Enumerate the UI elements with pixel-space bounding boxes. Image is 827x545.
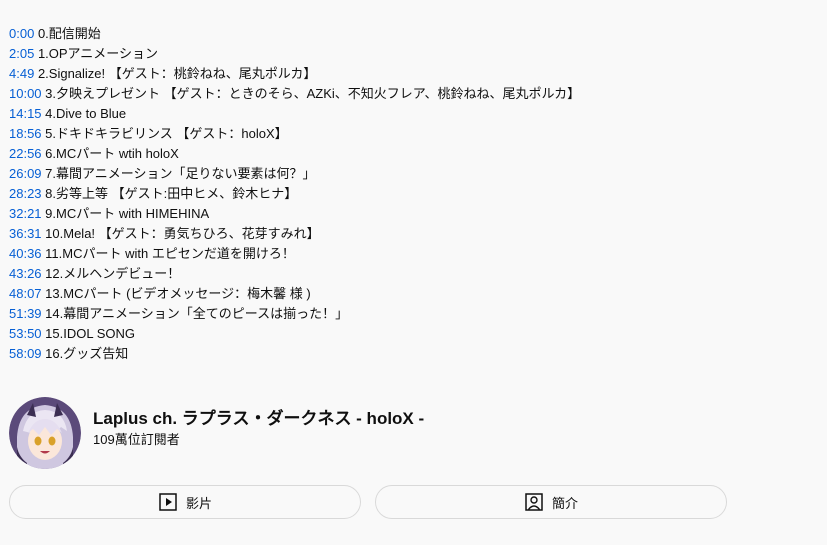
- chapter-row: 26:09 7.幕間アニメーション「足りない要素は何？」: [9, 164, 819, 184]
- chapter-row: 48:07 13.MCパート (ビデオメッセージ：梅木馨 様 ): [9, 284, 819, 304]
- chapter-timestamp-link[interactable]: 36:31: [9, 226, 42, 241]
- chapter-row: 14:15 4.Dive to Blue: [9, 104, 819, 124]
- chapter-title: 6.MCパート wtih holoX: [45, 146, 179, 161]
- chapter-title: 16.グッズ告知: [45, 346, 129, 361]
- chapter-title: 3.夕映えプレゼント 【ゲスト：ときのそら、AZKi、不知火フレア、桃鈴ねね、尾…: [45, 86, 581, 101]
- chapter-title: 10.Mela! 【ゲスト：勇気ちひろ、花芽すみれ】: [45, 226, 320, 241]
- chapter-row: 2:05 1.OPアニメーション: [9, 44, 819, 64]
- chapter-timestamp-link[interactable]: 22:56: [9, 146, 42, 161]
- chapter-list: 0:00 0.配信開始 2:05 1.OPアニメーション 4:49 2.Sign…: [9, 24, 819, 364]
- chapter-timestamp-link[interactable]: 18:56: [9, 126, 42, 141]
- chapter-row: 18:56 5.ドキドキラビリンス 【ゲスト：holoX】: [9, 124, 819, 144]
- person-box-icon: [525, 493, 543, 511]
- chapter-title: 12.メルヘンデビュー！: [45, 266, 181, 281]
- about-button-label: 簡介: [551, 495, 578, 511]
- channel-text: Laplus ch. ラプラス・ダークネス - holoX - 109萬位訂閱者: [93, 407, 424, 449]
- chapter-row: 58:09 16.グッズ告知: [9, 344, 819, 364]
- avatar-icon: [9, 397, 81, 469]
- chapter-row: 40:36 11.MCパート with エピセンだ道を開けろ！: [9, 244, 819, 264]
- chapter-row: 4:49 2.Signalize! 【ゲスト：桃鈴ねね、尾丸ポルカ】: [9, 64, 819, 84]
- channel-info: Laplus ch. ラプラス・ダークネス - holoX - 109萬位訂閱者: [9, 397, 424, 469]
- channel-avatar[interactable]: [9, 397, 81, 469]
- chapter-timestamp-link[interactable]: 2:05: [9, 46, 34, 61]
- chapter-timestamp-link[interactable]: 51:39: [9, 306, 42, 321]
- chapter-title: 9.MCパート with HIMEHINA: [45, 206, 210, 221]
- chapter-row: 0:00 0.配信開始: [9, 24, 819, 44]
- chapter-title: 11.MCパート with エピセンだ道を開けろ！: [45, 246, 295, 261]
- chapter-row: 32:21 9.MCパート with HIMEHINA: [9, 204, 819, 224]
- chapter-row: 43:26 12.メルヘンデビュー！: [9, 264, 819, 284]
- chapter-row: 53:50 15.IDOL SONG: [9, 324, 819, 344]
- chapter-title: 13.MCパート (ビデオメッセージ：梅木馨 様 ): [45, 286, 311, 301]
- channel-name[interactable]: Laplus ch. ラプラス・ダークネス - holoX -: [93, 407, 424, 431]
- chapter-title: 1.OPアニメーション: [37, 46, 159, 61]
- description-panel: 0:00 0.配信開始 2:05 1.OPアニメーション 4:49 2.Sign…: [0, 0, 827, 545]
- chapter-timestamp-link[interactable]: 58:09: [9, 346, 42, 361]
- chapter-timestamp-link[interactable]: 26:09: [9, 166, 42, 181]
- chapter-title: 5.ドキドキラビリンス 【ゲスト：holoX】: [45, 126, 288, 141]
- chapter-title: 14.幕間アニメーション「全てのピースは揃った！」: [45, 306, 349, 321]
- play-box-icon: [159, 493, 177, 511]
- chapter-timestamp-link[interactable]: 14:15: [9, 106, 42, 121]
- chapter-title: 0.配信開始: [37, 26, 101, 41]
- chapter-title: 2.Signalize! 【ゲスト：桃鈴ねね、尾丸ポルカ】: [37, 66, 317, 81]
- chapter-timestamp-link[interactable]: 43:26: [9, 266, 42, 281]
- chapter-row: 10:00 3.夕映えプレゼント 【ゲスト：ときのそら、AZKi、不知火フレア、…: [9, 84, 819, 104]
- chapter-title: 8.劣等上等 【ゲスト:田中ヒメ、鈴木ヒナ】: [45, 186, 298, 201]
- chapter-timestamp-link[interactable]: 32:21: [9, 206, 42, 221]
- videos-button-label: 影片: [185, 495, 212, 511]
- chapter-timestamp-link[interactable]: 4:49: [9, 66, 34, 81]
- subscriber-count: 109萬位訂閱者: [93, 432, 180, 447]
- chapter-row: 36:31 10.Mela! 【ゲスト：勇気ちひろ、花芽すみれ】: [9, 224, 819, 244]
- chapter-title: 4.Dive to Blue: [45, 106, 127, 121]
- chapter-timestamp-link[interactable]: 53:50: [9, 326, 42, 341]
- about-button[interactable]: 簡介: [375, 485, 727, 519]
- videos-button[interactable]: 影片: [9, 485, 361, 519]
- chapter-timestamp-link[interactable]: 40:36: [9, 246, 42, 261]
- chapter-timestamp-link[interactable]: 0:00: [9, 26, 34, 41]
- chapter-title: 15.IDOL SONG: [45, 326, 135, 341]
- chapter-timestamp-link[interactable]: 48:07: [9, 286, 42, 301]
- chapter-row: 28:23 8.劣等上等 【ゲスト:田中ヒメ、鈴木ヒナ】: [9, 184, 819, 204]
- chapter-row: 51:39 14.幕間アニメーション「全てのピースは揃った！」: [9, 304, 819, 324]
- chapter-title: 7.幕間アニメーション「足りない要素は何？」: [45, 166, 316, 181]
- chapter-timestamp-link[interactable]: 28:23: [9, 186, 42, 201]
- chapter-row: 22:56 6.MCパート wtih holoX: [9, 144, 819, 164]
- chapter-timestamp-link[interactable]: 10:00: [9, 86, 42, 101]
